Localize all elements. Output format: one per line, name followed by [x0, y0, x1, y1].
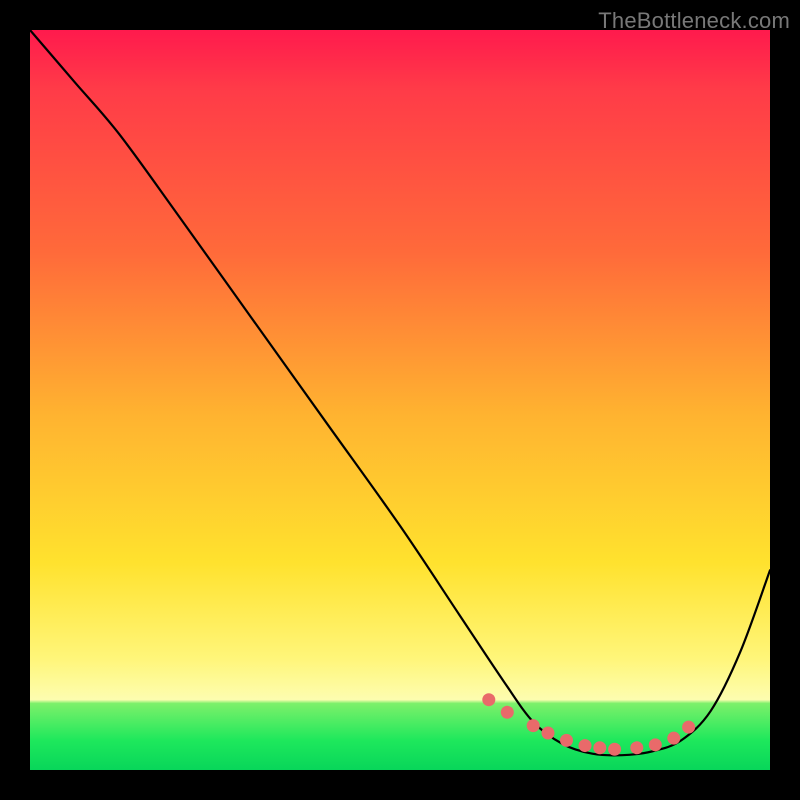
marker-dot	[608, 743, 621, 756]
marker-dot	[682, 721, 695, 734]
marker-dot	[501, 706, 514, 719]
chart-svg	[30, 30, 770, 770]
chart-frame: TheBottleneck.com	[0, 0, 800, 800]
marker-dot	[482, 693, 495, 706]
marker-dot	[542, 727, 555, 740]
marker-dot	[527, 719, 540, 732]
marker-dot	[649, 738, 662, 751]
marker-dot	[667, 732, 680, 745]
marker-dot	[630, 741, 643, 754]
marker-dots	[482, 693, 695, 756]
watermark-text: TheBottleneck.com	[598, 8, 790, 34]
curve-line	[30, 30, 770, 755]
marker-dot	[579, 739, 592, 752]
marker-dot	[560, 734, 573, 747]
marker-dot	[593, 741, 606, 754]
